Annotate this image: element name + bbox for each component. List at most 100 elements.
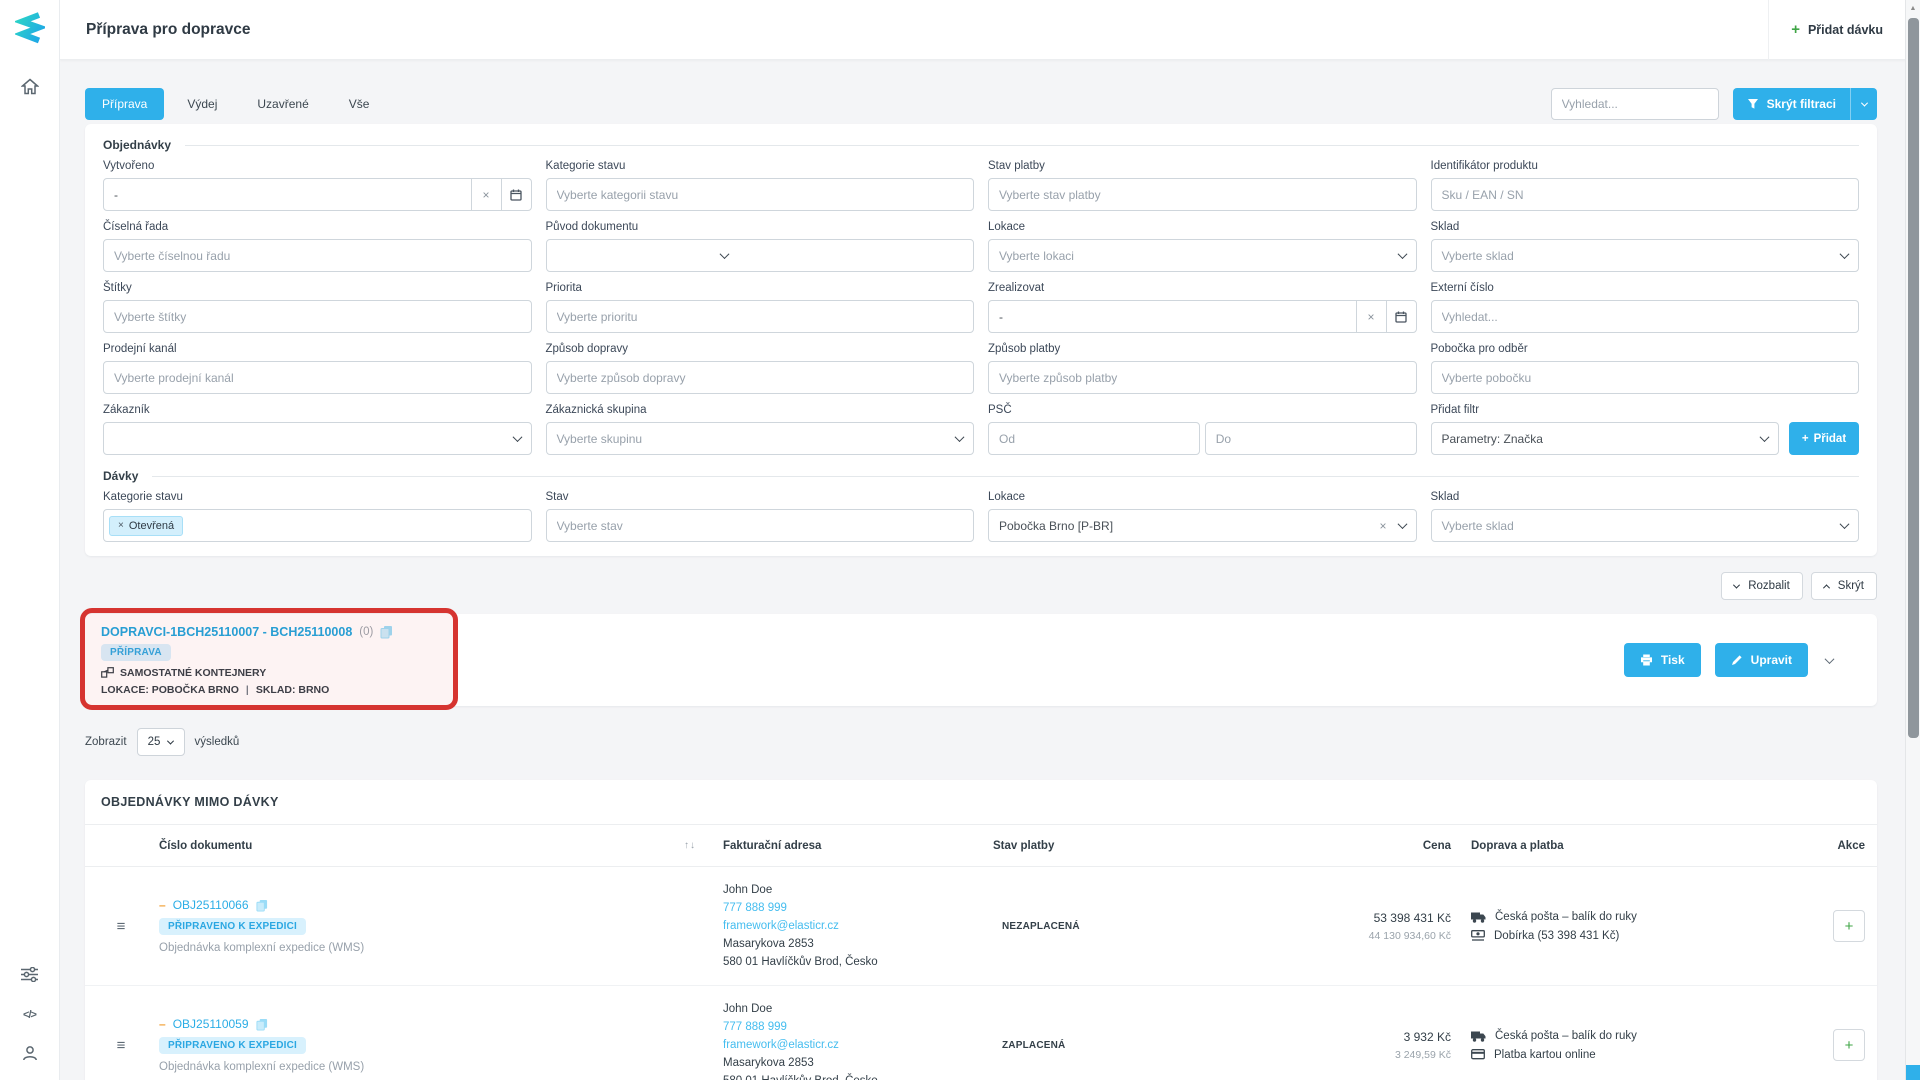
filter-settings-icon[interactable]: [21, 967, 38, 985]
clear-icon[interactable]: ×: [1356, 301, 1386, 332]
filter-stitky: Štítky: [103, 282, 532, 333]
collapse-all-button[interactable]: Skrýt: [1811, 572, 1877, 600]
sort-desc-icon[interactable]: ↓: [690, 840, 695, 851]
drag-handle-icon[interactable]: ≡: [97, 1037, 145, 1054]
zakaznik-select[interactable]: [103, 422, 532, 455]
vytvoreno-input[interactable]: [104, 188, 471, 202]
hide-filters-main[interactable]: Skrýt filtraci: [1733, 97, 1850, 111]
toolbar-right: Skrýt filtraci: [1551, 88, 1877, 120]
main-area: Příprava pro dopravce + Přidat dávku Pří…: [60, 0, 1920, 1080]
vytvoreno-daterange: ×: [103, 178, 532, 211]
clear-icon[interactable]: ×: [471, 179, 501, 210]
expand-all-button[interactable]: Rozbalit: [1721, 572, 1803, 600]
hide-filters-button[interactable]: Skrýt filtraci: [1733, 88, 1877, 120]
drag-handle-icon[interactable]: ≡: [97, 918, 145, 935]
batch-lokace-select[interactable]: Pobočka Brno [P-BR] ×: [988, 509, 1417, 542]
user-icon[interactable]: [22, 1045, 38, 1064]
batch-row-wrap: DOPRAVCI-1BCH25110007 - BCH25110008 (0) …: [85, 614, 1877, 706]
customer-name: John Doe: [723, 881, 993, 899]
prodejni-kanal-input[interactable]: [104, 371, 531, 385]
zpusob-dopravy-input[interactable]: [547, 371, 974, 385]
home-icon[interactable]: [14, 72, 46, 100]
sort-icons[interactable]: ↑ ↓: [684, 840, 723, 851]
top-header: Příprava pro dopravce + Přidat dávku: [60, 0, 1920, 60]
order-status-badge: PŘIPRAVENO K EXPEDICI: [159, 918, 306, 935]
payment-status-badge: NEZAPLACENÁ: [993, 918, 1089, 935]
sklad-select[interactable]: Vyberte sklad: [1431, 239, 1860, 272]
pridat-filtr-select[interactable]: Parametry: Značka: [1431, 422, 1780, 455]
app-window: </> Příprava pro dopravce + Přidat dávku…: [0, 0, 1920, 1080]
copy-icon[interactable]: [380, 625, 393, 639]
scrollbar-up-arrow[interactable]: ▲: [1906, 0, 1920, 16]
clear-icon[interactable]: ×: [1379, 519, 1386, 533]
copy-icon[interactable]: [256, 1018, 268, 1031]
customer-email[interactable]: framework@elasticr.cz: [723, 1036, 993, 1054]
kategorie-stavu-input[interactable]: [547, 188, 974, 202]
add-to-batch-button[interactable]: +: [1833, 910, 1865, 942]
add-batch-button[interactable]: + Přidat dávku: [1768, 0, 1905, 60]
customer-phone[interactable]: 777 888 999: [723, 899, 993, 917]
tab-uzavrene[interactable]: Uzavřené: [240, 88, 325, 120]
page-size-select[interactable]: 25: [137, 728, 185, 756]
calendar-icon[interactable]: [1386, 301, 1416, 332]
customer-phone[interactable]: 777 888 999: [723, 1018, 993, 1036]
scrollbar-thumb[interactable]: [1908, 18, 1919, 738]
print-button[interactable]: Tisk: [1624, 643, 1701, 677]
copy-icon[interactable]: [256, 899, 268, 912]
code-icon[interactable]: </>: [23, 1009, 36, 1021]
filter-psc: PSČ: [988, 404, 1417, 455]
stitky-input[interactable]: [104, 310, 531, 324]
order-link[interactable]: OBJ25110059: [173, 1017, 249, 1031]
psc-do-input[interactable]: [1206, 432, 1416, 446]
customer-street: Masarykova 2853: [723, 935, 993, 953]
puvod-select[interactable]: [547, 252, 739, 259]
search-input[interactable]: [1551, 88, 1719, 120]
batch-filter-stav: Stav: [546, 491, 975, 542]
vertical-scrollbar[interactable]: ▲: [1905, 0, 1920, 1080]
filter-zpusob-platby: Způsob platby: [988, 343, 1417, 394]
batch-sklad-select[interactable]: Vyberte sklad: [1431, 509, 1860, 542]
externi-cislo-input[interactable]: [1432, 310, 1859, 324]
pobocka-input[interactable]: [1432, 371, 1859, 385]
batch-stav-input[interactable]: [547, 519, 974, 533]
batch-status-badge: PŘÍPRAVA: [101, 644, 171, 661]
tab-vydej[interactable]: Výdej: [170, 88, 234, 120]
payment-method: Dobírka (53 398 431 Kč): [1494, 930, 1619, 942]
stav-platby-input[interactable]: [989, 188, 1416, 202]
customer-name: John Doe: [723, 1000, 993, 1018]
doc-cell: – OBJ25110066 PŘIPRAVENO K EXPEDICI Obje…: [145, 898, 723, 954]
tag-otevrena[interactable]: × Otevřená: [109, 516, 183, 536]
app-logo[interactable]: [0, 0, 60, 58]
ciselna-rada-input[interactable]: [104, 249, 531, 263]
filter-dropdown-caret[interactable]: [1850, 88, 1877, 120]
identifikator-input[interactable]: [1432, 188, 1859, 202]
order-type: Objednávka komplexní expedice (WMS): [159, 942, 723, 954]
batch-kategorie-tags[interactable]: × Otevřená: [103, 509, 532, 542]
zpusob-platby-input[interactable]: [989, 371, 1416, 385]
batches-section-title: Dávky: [103, 469, 138, 483]
psc-od-input[interactable]: [989, 432, 1199, 446]
scroll-corner-button[interactable]: [1906, 1065, 1920, 1080]
batch-link[interactable]: DOPRAVCI-1BCH25110007 - BCH25110008: [101, 625, 352, 639]
calendar-icon[interactable]: [501, 179, 531, 210]
sort-asc-icon[interactable]: ↑: [684, 840, 689, 851]
tab-priprava[interactable]: Příprava: [85, 88, 164, 120]
zrealizovat-input[interactable]: [989, 310, 1356, 324]
lokace-select[interactable]: Vyberte lokaci: [988, 239, 1417, 272]
customer-email[interactable]: framework@elasticr.cz: [723, 917, 993, 935]
skupina-select[interactable]: Vyberte skupinu: [546, 422, 975, 455]
add-to-batch-button[interactable]: +: [1833, 1029, 1865, 1061]
billing-address: John Doe 777 888 999 framework@elasticr.…: [723, 1000, 993, 1080]
batch-expand-chevron[interactable]: [1822, 649, 1837, 671]
filter-pridat-filtr: Přidat filtr Parametry: Značka + Přidat: [1431, 404, 1860, 455]
order-link[interactable]: OBJ25110066: [173, 898, 249, 912]
edit-button[interactable]: Upravit: [1715, 643, 1808, 677]
remove-tag-icon[interactable]: ×: [118, 520, 124, 531]
expand-controls: Rozbalit Skrýt: [85, 572, 1877, 600]
price-main: 53 398 431 Kč: [1273, 911, 1451, 925]
tab-vse[interactable]: Vše: [332, 88, 387, 120]
customer-city: 580 01 Havlíčkův Brod, Česko: [723, 1072, 993, 1080]
add-filter-button[interactable]: + Přidat: [1789, 422, 1859, 455]
priorita-input[interactable]: [547, 310, 974, 324]
orders-table-title: OBJEDNÁVKY MIMO DÁVKY: [85, 780, 1877, 825]
